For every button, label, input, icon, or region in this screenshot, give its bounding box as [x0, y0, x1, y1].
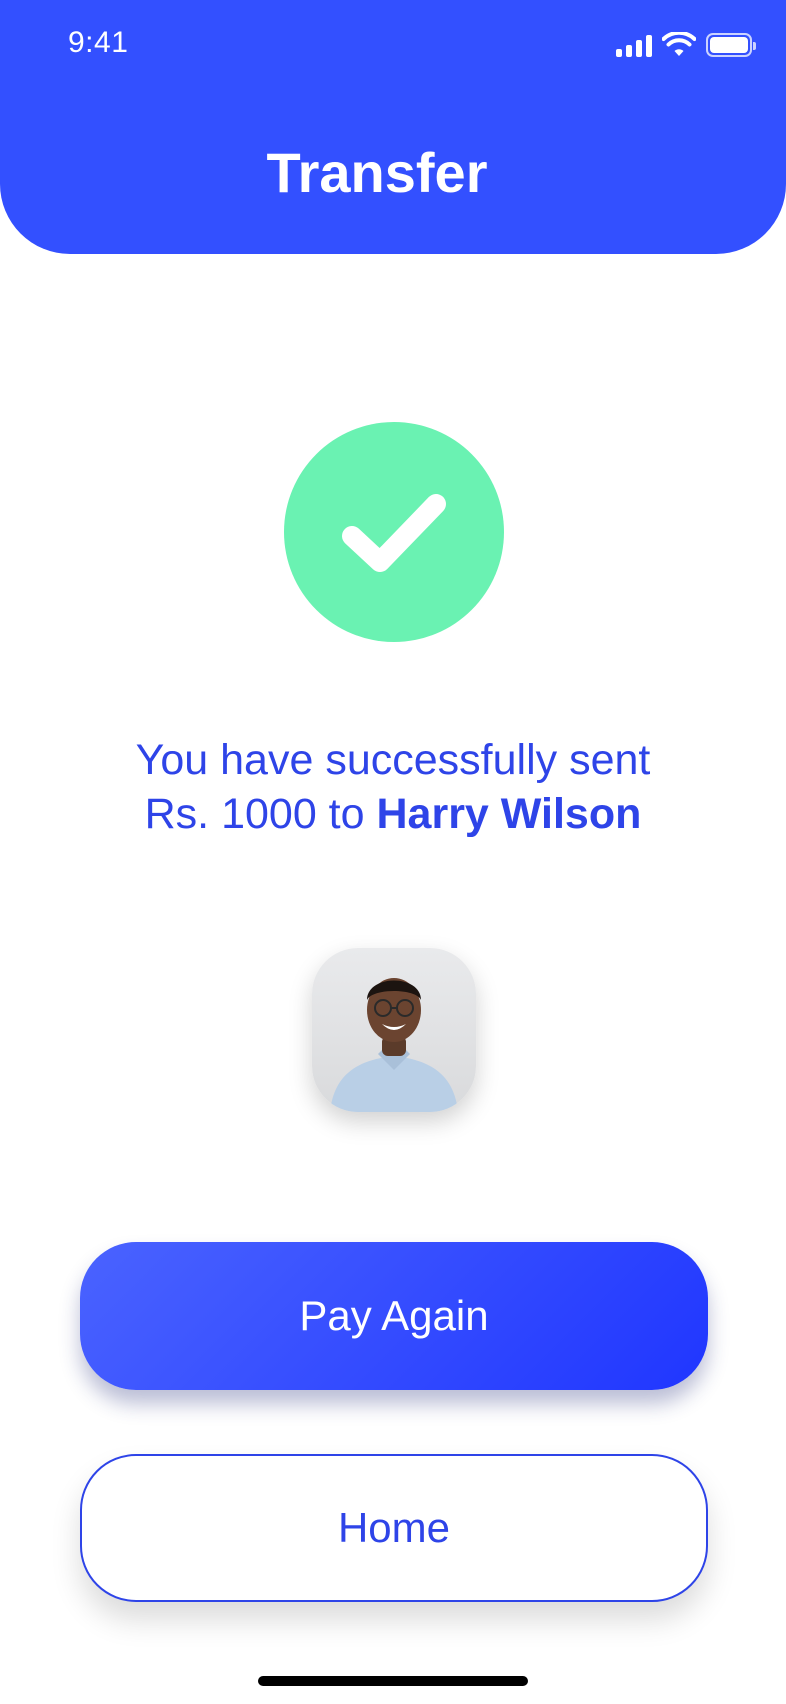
status-icons	[616, 32, 756, 58]
page-title: Transfer	[266, 141, 488, 204]
recipient-name: Harry Wilson	[376, 790, 642, 838]
success-badge	[284, 422, 504, 642]
pay-again-button[interactable]: Pay Again	[80, 1242, 708, 1390]
avatar	[312, 948, 476, 1112]
battery-icon	[706, 33, 756, 57]
success-message: You have successfully sent Rs. 1000 to H…	[120, 733, 666, 841]
home-indicator	[258, 1676, 528, 1686]
transfer-success-screen: 9:41 Transfer You have successfully sent…	[0, 0, 786, 1704]
header: 9:41 Transfer	[0, 0, 786, 254]
wifi-icon	[662, 32, 696, 56]
status-time: 9:41	[68, 26, 129, 59]
home-button[interactable]: Home	[80, 1454, 708, 1602]
recipient-photo	[330, 978, 458, 1112]
check-icon	[342, 494, 446, 572]
cellular-signal-icon	[616, 33, 652, 57]
